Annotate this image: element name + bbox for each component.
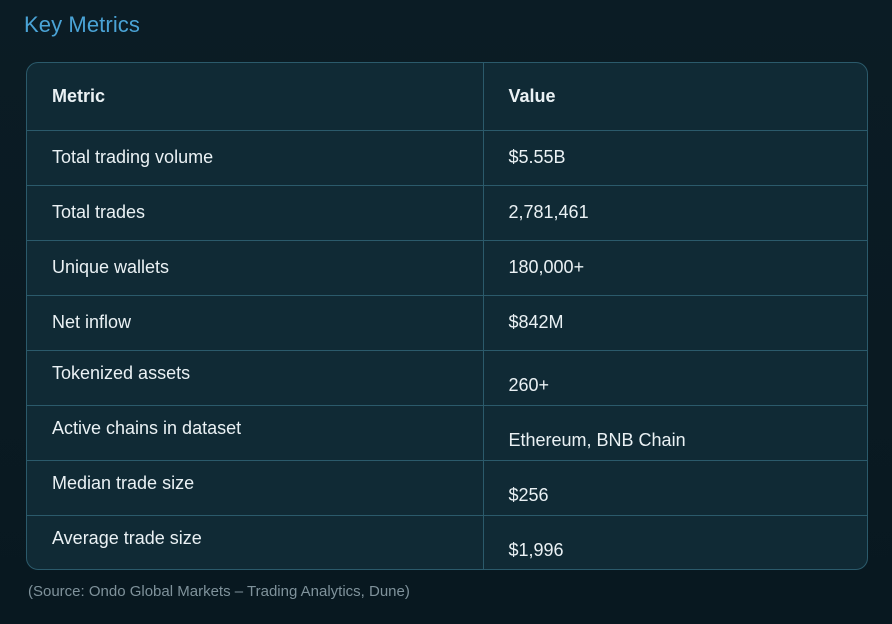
page-title: Key Metrics [24,12,141,37]
column-header-metric: Metric [27,63,484,131]
table-row: Active chains in dataset Ethereum, BNB C… [27,405,867,461]
table-row: Net inflow $842M [27,295,867,351]
metric-cell: Tokenized assets [27,350,484,406]
value-cell: $5.55B [483,130,867,186]
metric-cell: Unique wallets [27,240,484,296]
table-row: Tokenized assets 260+ [27,350,867,406]
metric-cell: Total trading volume [27,130,484,186]
metric-cell: Total trades [27,185,484,241]
metrics-table: Metric Value Total trading volume $5.55B… [26,62,868,570]
value-cell: Ethereum, BNB Chain [483,405,867,461]
value-cell: 180,000+ [483,240,867,296]
metric-cell: Median trade size [27,460,484,516]
column-header-value: Value [483,63,867,131]
table-row: Total trades 2,781,461 [27,185,867,241]
value-cell: 260+ [483,350,867,406]
metric-cell: Active chains in dataset [27,405,484,461]
table-row: Average trade size $1,996 [27,515,867,569]
source-note: (Source: Ondo Global Markets – Trading A… [28,583,410,600]
table-row: Median trade size $256 [27,460,867,516]
table-row: Unique wallets 180,000+ [27,240,867,296]
metric-cell: Net inflow [27,295,484,351]
value-cell: $256 [483,460,867,516]
value-cell: 2,781,461 [483,185,867,241]
value-cell: $1,996 [508,540,564,560]
metric-cell: Average trade size [27,515,484,569]
table-header-row: Metric Value [27,63,867,131]
table-row: Total trading volume $5.55B [27,130,867,186]
value-cell: $842M [483,295,867,351]
